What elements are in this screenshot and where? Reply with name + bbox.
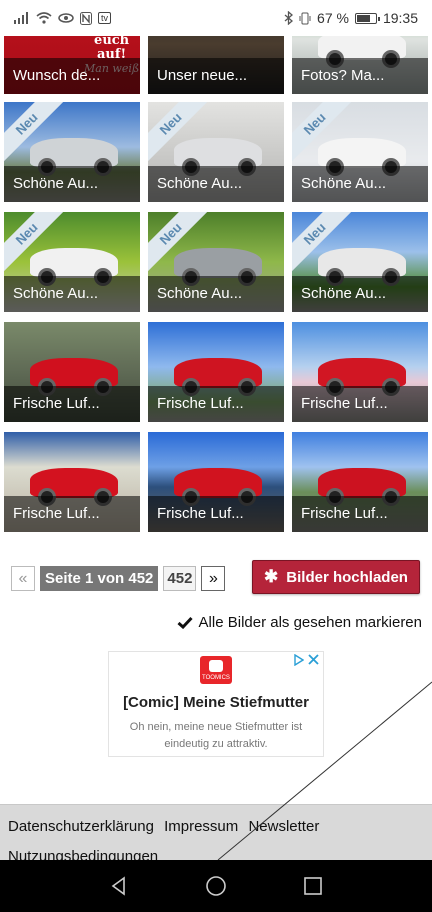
tile-caption: Schöne Au...	[148, 166, 284, 202]
nfc-icon	[80, 11, 92, 25]
gallery-tile[interactable]: Neu Schöne Au...	[148, 212, 284, 312]
next-page-button[interactable]: »	[201, 566, 226, 591]
status-icons-right: 67 % 19:35	[284, 10, 418, 26]
home-icon[interactable]	[201, 871, 231, 901]
bluetooth-icon	[284, 11, 294, 25]
ad-text: Oh nein, meine neue Stiefmutter ist eind…	[129, 721, 303, 750]
tv-icon: tv	[98, 12, 112, 24]
tile-caption: Frische Luf...	[292, 496, 428, 532]
image-gallery: euchauf!Man weißWunsch de...Unser neue..…	[4, 36, 428, 536]
tile-caption: Frische Luf...	[292, 386, 428, 422]
close-icon[interactable]	[308, 654, 319, 665]
pagination: « Seite 1 von 452 452 »	[11, 566, 226, 591]
ad-brand-logo: TOOMICS	[200, 656, 232, 684]
tile-caption: Fotos? Ma...	[292, 58, 428, 94]
tile-caption: Wunsch de...	[4, 58, 140, 94]
tile-caption: Schöne Au...	[4, 166, 140, 202]
tile-caption: Frische Luf...	[148, 496, 284, 532]
eye-icon	[58, 13, 74, 23]
battery-icon	[354, 12, 380, 24]
mark-all-seen-link[interactable]: Alle Bilder als gesehen markieren	[177, 614, 422, 631]
gallery-tile[interactable]: euchauf!Man weißWunsch de...	[4, 36, 140, 94]
gallery-tile[interactable]: Frische Luf...	[148, 322, 284, 422]
footer: Datenschutzerklärung Impressum Newslette…	[0, 804, 432, 865]
gallery-tile[interactable]: Frische Luf...	[148, 432, 284, 532]
clock: 19:35	[382, 10, 418, 26]
footer-link-newsletter[interactable]: Newsletter	[248, 818, 319, 835]
tile-caption: Frische Luf...	[4, 386, 140, 422]
last-page-button[interactable]: 452	[163, 566, 197, 591]
current-page-indicator: Seite 1 von 452	[40, 566, 159, 591]
tile-caption: Schöne Au...	[292, 166, 428, 202]
gallery-tile[interactable]: Neu Schöne Au...	[292, 212, 428, 312]
tile-caption: Schöne Au...	[148, 276, 284, 312]
vibrate-icon	[299, 12, 311, 24]
checkmark-icon	[177, 616, 193, 629]
gallery-tile[interactable]: Neu Schöne Au...	[4, 212, 140, 312]
upload-images-label: Bilder hochladen	[286, 568, 408, 586]
status-bar: tv 67 % 19:35	[0, 0, 432, 36]
signal-icon	[14, 12, 28, 24]
tile-caption: Schöne Au...	[4, 276, 140, 312]
mark-all-seen-label: Alle Bilder als gesehen markieren	[198, 614, 422, 631]
gallery-tile[interactable]: Frische Luf...	[292, 432, 428, 532]
gallery-tile[interactable]: Neu Schöne Au...	[148, 102, 284, 202]
gallery-tile[interactable]: Neu Schöne Au...	[4, 102, 140, 202]
recents-icon[interactable]	[298, 871, 328, 901]
asterisk-icon: ✱	[264, 567, 279, 586]
back-icon[interactable]	[104, 871, 134, 901]
gallery-tile[interactable]: Frische Luf...	[4, 432, 140, 532]
advertisement[interactable]: TOOMICS [Comic] Meine Stiefmutter Oh nei…	[108, 651, 324, 757]
upload-images-button[interactable]: ✱ Bilder hochladen	[252, 560, 420, 594]
gallery-tile[interactable]: Neu Schöne Au...	[292, 102, 428, 202]
adchoices-icon[interactable]	[294, 654, 304, 666]
ad-choices[interactable]	[294, 654, 319, 666]
wifi-icon	[36, 12, 52, 24]
footer-link-imprint[interactable]: Impressum	[164, 818, 238, 835]
gallery-tile[interactable]: Frische Luf...	[292, 322, 428, 422]
footer-link-privacy[interactable]: Datenschutzerklärung	[8, 818, 154, 835]
gallery-tile[interactable]: Fotos? Ma...	[292, 36, 428, 94]
gallery-tile[interactable]: Frische Luf...	[4, 322, 140, 422]
navigation-bar	[0, 860, 432, 912]
prev-page-button[interactable]: «	[11, 566, 35, 591]
tile-caption: Frische Luf...	[148, 386, 284, 422]
tile-caption: Frische Luf...	[4, 496, 140, 532]
tile-caption: Schöne Au...	[292, 276, 428, 312]
tile-caption: Unser neue...	[148, 58, 284, 94]
gallery-tile[interactable]: Unser neue...	[148, 36, 284, 94]
status-icons-left: tv	[14, 11, 112, 25]
battery-percent: 67 %	[317, 10, 349, 26]
ad-title: [Comic] Meine Stiefmutter	[123, 694, 309, 711]
